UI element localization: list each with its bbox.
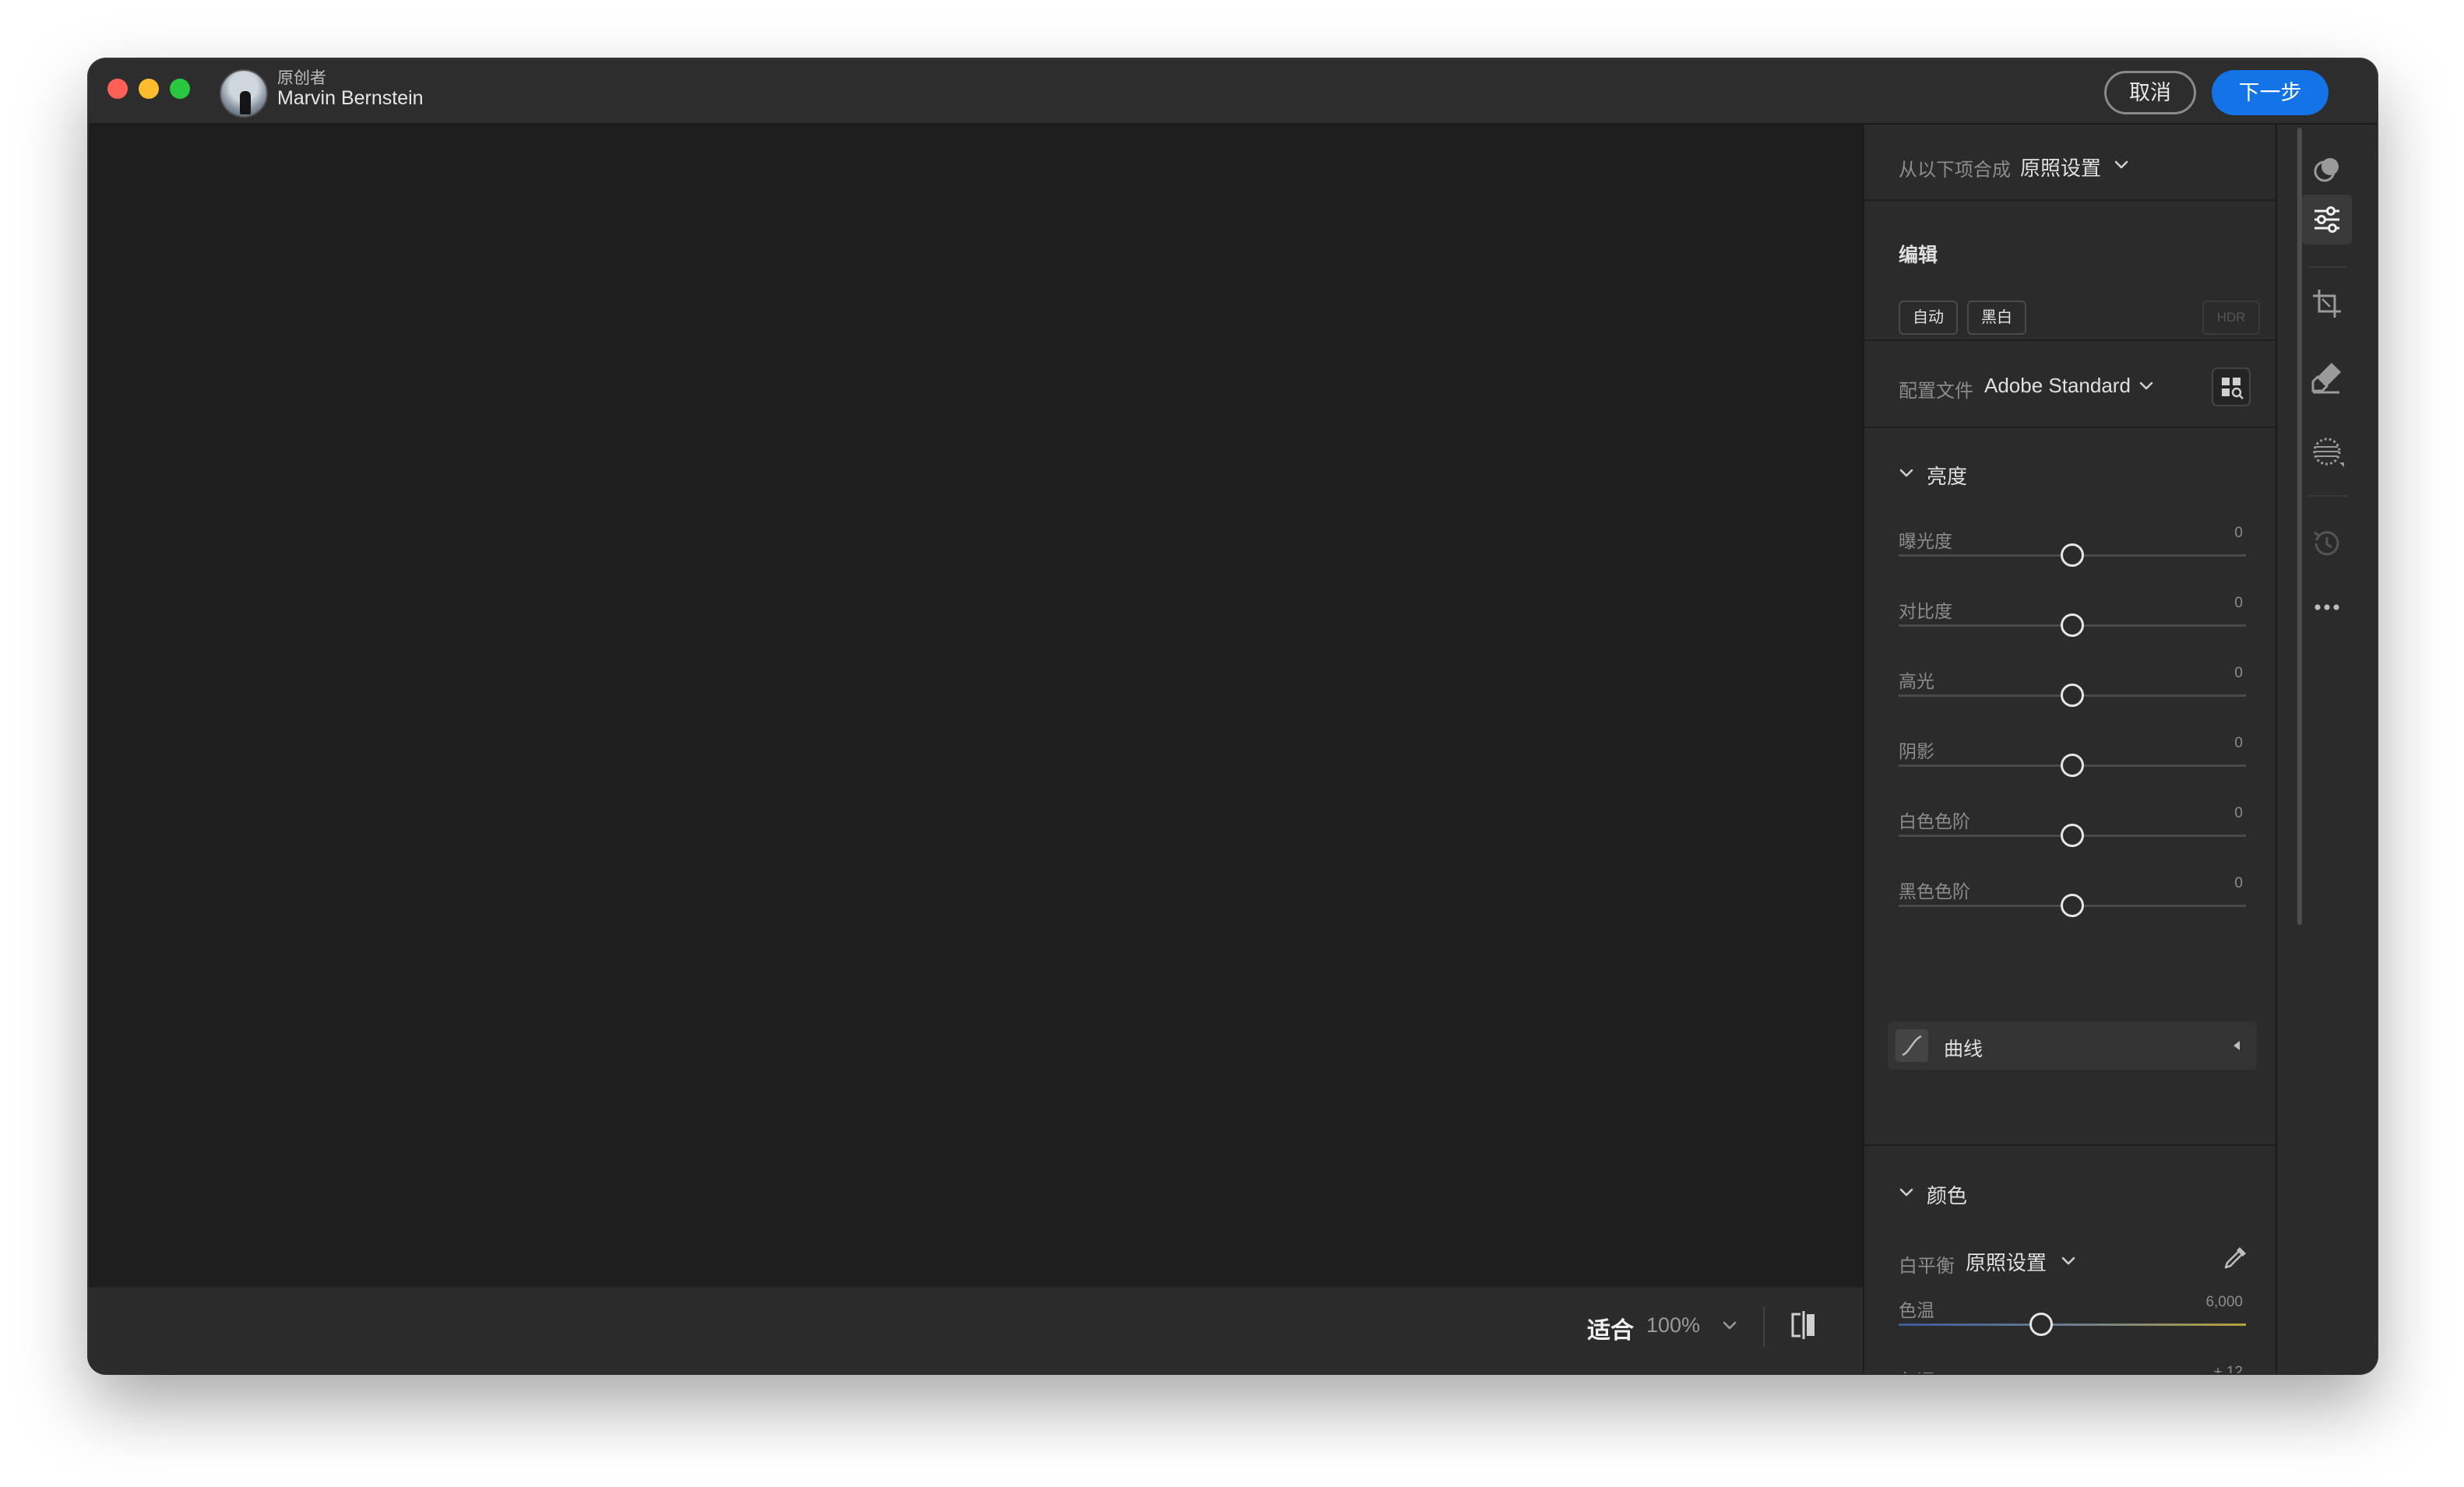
edit-section: 编辑 自动 黑白 HDR xyxy=(1864,201,2276,341)
slider-thumb[interactable] xyxy=(2061,543,2084,567)
color-section: 颜色 白平衡 原照设置 色温6,000色调+ 12鲜艳度0 xyxy=(1864,1146,2276,1373)
creator-caption: 原创者 xyxy=(277,69,326,87)
slider-label: 对比度 xyxy=(1899,601,1952,621)
slider-value[interactable]: 6,000 xyxy=(2205,1294,2243,1311)
chevron-down-icon[interactable] xyxy=(1720,1316,1740,1336)
auto-button[interactable]: 自动 xyxy=(1899,301,1958,335)
tool-divider xyxy=(2308,266,2347,268)
caret-left-icon xyxy=(2233,1041,2240,1050)
slider-value[interactable]: 0 xyxy=(2234,595,2243,612)
toolbar-divider xyxy=(1763,1306,1765,1347)
app-window: 原创者 Marvin Bernstein 取消 下一步 适合 100% 从以下项… xyxy=(89,59,2377,1373)
slider-label: 白色色阶 xyxy=(1899,811,1970,831)
crop-icon[interactable] xyxy=(2308,285,2346,322)
light-section: 亮度 曝光度 0 对比度 0 高光 0 阴影 0 白色色阶 0 黑色色阶 0 曲线 xyxy=(1864,428,2276,1146)
chevron-down-icon[interactable] xyxy=(2137,377,2156,395)
history-icon[interactable] xyxy=(2308,525,2346,562)
curve-label: 曲线 xyxy=(1944,1039,1984,1060)
profile-select[interactable]: Adobe Standard xyxy=(1984,374,2131,398)
slider-label: 高光 xyxy=(1899,671,1934,691)
edit-sliders-icon xyxy=(2314,206,2339,233)
photo-canvas[interactable] xyxy=(89,125,1863,1286)
eyedropper-icon[interactable] xyxy=(2219,1243,2251,1274)
compose-section: 从以下项合成 原照设置 xyxy=(1864,125,2276,201)
color-title: 颜色 xyxy=(1927,1184,1968,1208)
slider-value[interactable]: 0 xyxy=(2234,805,2243,822)
profile-section: 配置文件 Adobe Standard xyxy=(1864,341,2276,428)
presets-icon[interactable] xyxy=(2308,151,2346,188)
next-step-button[interactable]: 下一步 xyxy=(2212,70,2328,115)
cancel-button[interactable]: 取消 xyxy=(2104,71,2196,114)
chevron-down-icon[interactable] xyxy=(1897,1183,1916,1202)
creator-avatar xyxy=(220,69,268,118)
chevron-down-icon[interactable] xyxy=(2112,156,2131,174)
creator-name: Marvin Bernstein xyxy=(277,87,424,109)
slider-value[interactable]: + 12 xyxy=(2213,1364,2243,1373)
slider-label: 色调 xyxy=(1899,1366,1934,1373)
white-balance-label: 白平衡 xyxy=(1899,1256,1955,1277)
zoom-level[interactable]: 100% xyxy=(1646,1313,1700,1338)
slider-label: 黑色色阶 xyxy=(1899,881,1970,902)
panel-scrollbar[interactable] xyxy=(2297,128,2302,925)
profile-browser-icon[interactable] xyxy=(2212,367,2251,406)
chevron-down-icon[interactable] xyxy=(1897,464,1916,483)
profile-label: 配置文件 xyxy=(1899,381,1973,402)
light-title: 亮度 xyxy=(1927,465,1968,488)
slider-label: 色温 xyxy=(1899,1300,1934,1320)
masking-icon[interactable] xyxy=(2308,433,2346,470)
slider-value[interactable]: 0 xyxy=(2234,735,2243,752)
slider-label: 曝光度 xyxy=(1899,531,1952,551)
slider-thumb[interactable] xyxy=(2061,894,2084,917)
zoom-window-button[interactable] xyxy=(170,79,190,99)
slider-thumb[interactable] xyxy=(2061,824,2084,847)
compose-select[interactable]: 原照设置 xyxy=(2020,153,2101,181)
slider-thumb[interactable] xyxy=(2061,684,2084,707)
before-after-compare-icon[interactable] xyxy=(1786,1308,1821,1342)
white-balance-select[interactable]: 原照设置 xyxy=(1966,1247,2047,1276)
slider-value[interactable]: 0 xyxy=(2234,665,2243,682)
fit-zoom-option[interactable]: 适合 xyxy=(1587,1311,1634,1345)
curve-icon xyxy=(1896,1029,1928,1062)
bottom-toolbar: 适合 100% xyxy=(89,1286,1863,1373)
slider-thumb[interactable] xyxy=(2061,613,2084,637)
tool-divider xyxy=(2308,495,2347,497)
compose-label: 从以下项合成 xyxy=(1899,160,2011,181)
slider-label: 阴影 xyxy=(1899,741,1934,761)
minimize-window-button[interactable] xyxy=(139,79,159,99)
slider-thumb[interactable] xyxy=(2061,754,2084,777)
slider-thumb[interactable] xyxy=(2029,1313,2053,1336)
tool-strip xyxy=(2276,125,2377,1373)
edit-title: 编辑 xyxy=(1899,244,1938,266)
chevron-down-icon[interactable] xyxy=(2059,1252,2078,1271)
curve-toggle[interactable]: 曲线 xyxy=(1888,1021,2257,1070)
slider-track[interactable] xyxy=(1899,1324,2246,1326)
edit-tool-button[interactable] xyxy=(2302,195,2352,244)
close-window-button[interactable] xyxy=(107,79,128,99)
slider-value[interactable]: 0 xyxy=(2234,525,2243,542)
more-icon[interactable] xyxy=(2308,589,2346,626)
hdr-button[interactable]: HDR xyxy=(2202,301,2260,335)
black-white-button[interactable]: 黑白 xyxy=(1967,301,2026,335)
slider-value[interactable]: 0 xyxy=(2234,875,2243,892)
edit-panel: 从以下项合成 原照设置 编辑 自动 黑白 HDR 配置文件 Adobe Stan… xyxy=(1863,125,2276,1373)
title-bar: 原创者 Marvin Bernstein 取消 下一步 xyxy=(89,59,2377,125)
healing-icon[interactable] xyxy=(2308,358,2346,395)
